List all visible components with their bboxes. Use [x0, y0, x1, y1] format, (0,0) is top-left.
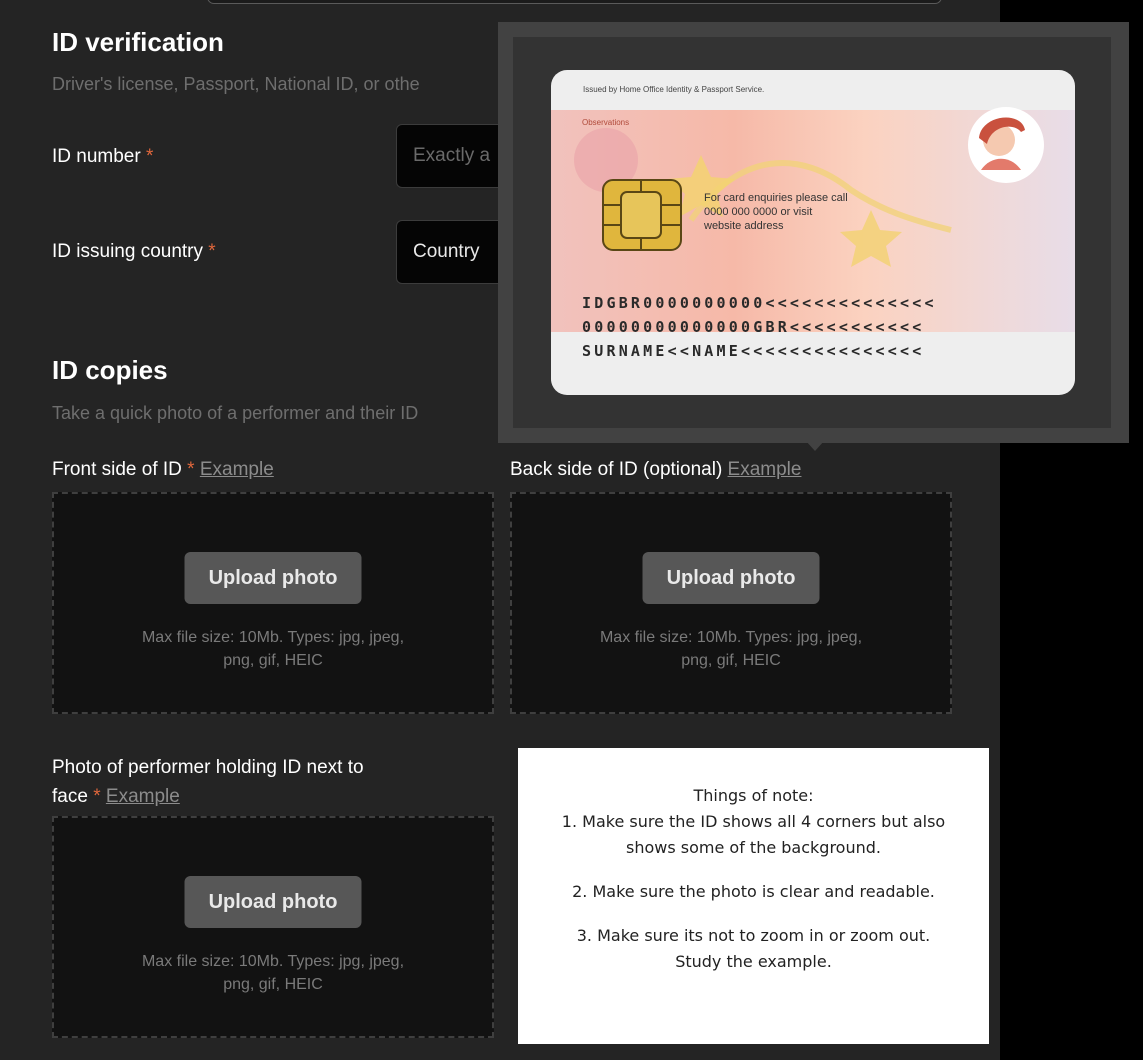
id-copies-description: Take a quick photo of a performer and th…	[52, 403, 419, 423]
upload-hint-line: png, gif, HEIC	[223, 652, 323, 669]
notes-box: Things of note: 1. Make sure the ID show…	[518, 748, 989, 1044]
required-mark: *	[208, 241, 216, 262]
id-issuing-country-label-text: ID issuing country	[52, 241, 204, 262]
required-mark: *	[93, 786, 101, 807]
upload-hint: Max file size: 10Mb. Types: jpg, jpeg, p…	[512, 626, 950, 672]
id-verification-heading: ID verification	[52, 27, 224, 57]
card-enquiry-line: website address	[704, 220, 784, 232]
upload-photo-button[interactable]: Upload photo	[642, 552, 820, 604]
upload-hint-line: png, gif, HEIC	[223, 976, 323, 993]
back-example-link[interactable]: Example	[728, 459, 802, 480]
text-input-top-edge[interactable]	[207, 0, 942, 4]
upload-hint-line: Max file size: 10Mb. Types: jpg, jpeg,	[599, 629, 863, 646]
note-item: 2. Make sure the photo is clear and read…	[572, 882, 935, 901]
upload-hint-line: png, gif, HEIC	[681, 652, 781, 669]
card-mrz-line: SURNAME<<NAME<<<<<<<<<<<<<<<	[582, 342, 925, 360]
front-side-label-text: Front side of ID	[52, 459, 182, 480]
front-side-label: Front side of ID * Example	[52, 459, 274, 481]
required-mark: *	[145, 146, 154, 167]
notes-heading: Things of note:	[693, 786, 814, 805]
upload-hint-line: Max file size: 10Mb. Types: jpg, jpeg,	[141, 629, 405, 646]
face-photo-label: Photo of performer holding ID next to fa…	[52, 753, 364, 811]
back-side-label: Back side of ID (optional) Example	[510, 459, 801, 481]
face-photo-dropzone[interactable]: Upload photo Max file size: 10Mb. Types:…	[52, 816, 494, 1038]
id-copies-heading: ID copies	[52, 355, 168, 385]
id-number-placeholder: Exactly a	[413, 145, 491, 166]
front-side-dropzone[interactable]: Upload photo Max file size: 10Mb. Types:…	[52, 492, 494, 714]
upload-hint-line: Max file size: 10Mb. Types: jpg, jpeg,	[141, 953, 405, 970]
upload-hint: Max file size: 10Mb. Types: jpg, jpeg, p…	[54, 626, 492, 672]
country-select-value: Country	[413, 241, 480, 262]
note-item: 3. Make sure its not to zoom in or zoom …	[576, 926, 931, 945]
popover-arrow	[806, 441, 824, 451]
card-mrz-line: 00000000000000GBR<<<<<<<<<<<	[582, 318, 925, 336]
face-photo-label-line2: face	[52, 786, 88, 807]
card-enquiry-text: For card enquiries please call 0000 000 …	[704, 191, 848, 233]
back-side-label-text: Back side of ID (optional)	[510, 459, 723, 480]
note-item: shows some of the background.	[626, 838, 881, 857]
face-photo-label-line1: Photo of performer holding ID next to	[52, 757, 364, 778]
upload-photo-button[interactable]: Upload photo	[184, 876, 362, 928]
note-item: Study the example.	[675, 952, 832, 971]
card-mrz-line: IDGBR0000000000<<<<<<<<<<<<<<	[582, 294, 937, 312]
id-issuing-country-label: ID issuing country *	[52, 241, 216, 263]
upload-hint: Max file size: 10Mb. Types: jpg, jpeg, p…	[54, 950, 492, 996]
id-number-label-text: ID number	[52, 146, 141, 167]
id-verification-description: Driver's license, Passport, National ID,…	[52, 74, 420, 94]
face-example-link[interactable]: Example	[106, 786, 180, 807]
front-example-link[interactable]: Example	[200, 459, 274, 480]
required-mark: *	[187, 459, 195, 480]
card-observations-text: Observations	[582, 118, 630, 127]
card-enquiry-line: For card enquiries please call	[704, 192, 848, 204]
note-item: 1. Make sure the ID shows all 4 corners …	[561, 812, 946, 831]
id-card-example-image: Issued by Home Office Identity & Passpor…	[551, 70, 1075, 395]
id-number-label: ID number *	[52, 146, 153, 168]
upload-photo-button[interactable]: Upload photo	[184, 552, 362, 604]
card-enquiry-line: 0000 000 0000 or visit	[704, 206, 813, 218]
card-issued-by-text: Issued by Home Office Identity & Passpor…	[583, 85, 765, 94]
back-side-dropzone[interactable]: Upload photo Max file size: 10Mb. Types:…	[510, 492, 952, 714]
